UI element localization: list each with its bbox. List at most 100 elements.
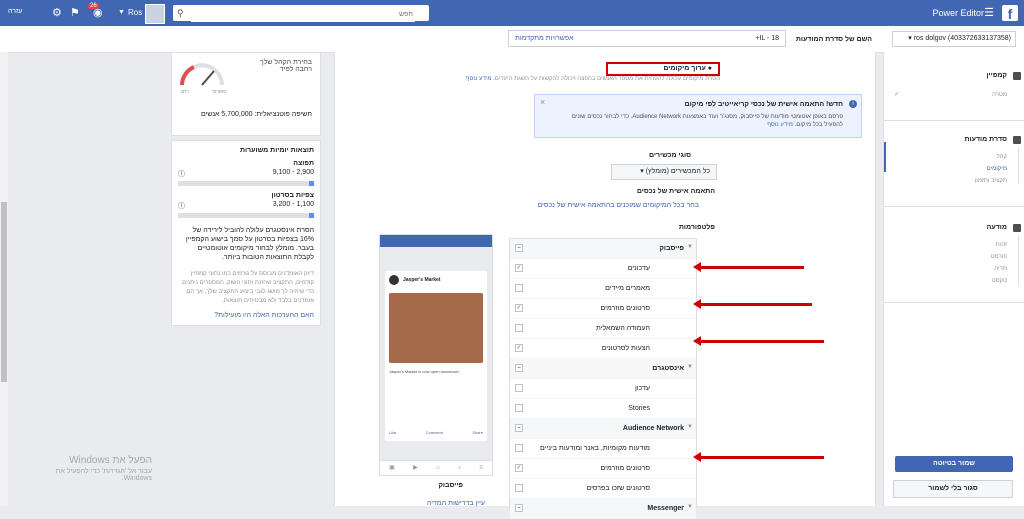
- menu-icon: ≡: [479, 465, 483, 471]
- placement-checkbox[interactable]: [515, 384, 523, 392]
- preview-caption: Jasper's Market is now open downtown: [389, 369, 459, 374]
- placement-row[interactable]: העמודה השמאלית: [510, 319, 696, 339]
- app-title: Power Editor: [932, 8, 984, 18]
- facebook-logo[interactable]: f: [1002, 5, 1018, 22]
- placement-row[interactable]: עדכונים ✓: [510, 259, 696, 279]
- watermark-line1: הפעל את Windows: [69, 455, 152, 466]
- asset-customization-link[interactable]: בחר בכל המיקומים שמוכנים בהתאמה אישית של…: [537, 202, 699, 209]
- placement-row[interactable]: הצעות לסרטונים ✓: [510, 339, 696, 359]
- placement-row[interactable]: עדכון: [510, 379, 696, 399]
- placement-checkbox[interactable]: ✓: [515, 304, 523, 312]
- info-icon[interactable]: ⓘ: [178, 201, 185, 211]
- active-indicator: [884, 142, 886, 172]
- edit-placements-title[interactable]: ● ערוך מיקומים: [606, 62, 720, 76]
- platform-group-row[interactable]: ▼ אינסטגרם –: [510, 359, 696, 379]
- annotation-arrow: [693, 262, 804, 272]
- close-icon[interactable]: ×: [540, 97, 545, 107]
- potential-reach: חשיפה פוטנציאלית: 5,700,000 אנשים: [200, 111, 312, 118]
- feedback-link[interactable]: האם ההערכות האלה היו מועילות?: [178, 312, 314, 319]
- placement-checkbox[interactable]: [515, 484, 523, 492]
- nav-campaign-title[interactable]: קמפיין: [986, 72, 1007, 79]
- like-action: Like: [389, 430, 397, 435]
- placement-label: סרטונים מוזרמים: [600, 465, 650, 472]
- estimate-note: הסרת אינסטגרם עלולה להוביל לירידה של 16%…: [185, 227, 314, 261]
- chevron-down-icon[interactable]: ▼: [687, 244, 693, 250]
- placement-checkbox[interactable]: –: [515, 364, 523, 372]
- gauge-high-label: רחב: [180, 89, 189, 95]
- annotation-arrow: [693, 452, 824, 462]
- preview-header: [380, 235, 492, 247]
- briefcase-icon: [1013, 72, 1021, 80]
- placement-checkbox[interactable]: ✓: [515, 264, 523, 272]
- placement-row[interactable]: סרטונים שזכו בפרסים: [510, 479, 696, 499]
- placement-checkbox[interactable]: [515, 324, 523, 332]
- nav-adset-placements[interactable]: מיקומים: [987, 166, 1007, 172]
- search-icon[interactable]: ⚲: [177, 8, 184, 19]
- estimate-disclaimer: דיוק האומדנים מבוסס על גורמים כמו נתוני …: [182, 271, 314, 304]
- scrollbar-thumb[interactable]: [1, 202, 7, 382]
- placement-checkbox[interactable]: ✓: [515, 464, 523, 472]
- search-box[interactable]: ⚲: [173, 5, 429, 22]
- help-link[interactable]: עזרה: [8, 8, 22, 15]
- placement-checkbox[interactable]: –: [515, 424, 523, 432]
- platform-group-row[interactable]: ▼ פייסבוק –: [510, 239, 696, 259]
- top-bar: f ☰ Power Editor ⚲ עזרה ⚙ ⚑ ◉ 26 ▼ Ros: [0, 0, 1024, 26]
- info-title: חדש! התאמה אישית של נכסי קריאייטיב לפי מ…: [684, 101, 843, 108]
- placement-row[interactable]: מאמרים מיידים: [510, 279, 696, 299]
- info-icon[interactable]: ⓘ: [178, 169, 185, 179]
- placement-checkbox[interactable]: [515, 284, 523, 292]
- ad-preview: Jasper's Market Jasper's Market is now o…: [379, 234, 493, 476]
- nav-adset-budget[interactable]: תקציב ותזמון: [975, 178, 1007, 184]
- nav-ad-identity[interactable]: זהות: [996, 242, 1007, 248]
- placement-checkbox[interactable]: ✓: [515, 344, 523, 352]
- avatar[interactable]: [145, 4, 165, 24]
- nav-ad-format[interactable]: פורמט: [991, 254, 1007, 260]
- placements-description: הסרת מיקומים עלולה להפחית את מספר האנשים…: [465, 76, 720, 82]
- adset-name-field[interactable]: IL - 18+ אפשרויות מתקדמות: [508, 30, 786, 47]
- placement-row[interactable]: מודעות מקומיות, באנר ומודעות ביניים: [510, 439, 696, 459]
- placement-checkbox[interactable]: –: [515, 244, 523, 252]
- scrollbar[interactable]: [0, 52, 8, 506]
- chevron-down-icon[interactable]: ▼: [687, 504, 693, 510]
- bell-icon: ♪: [458, 465, 462, 471]
- placement-checkbox[interactable]: –: [515, 504, 523, 512]
- placement-row[interactable]: סרטונים מוזרמים ✓: [510, 299, 696, 319]
- search-input[interactable]: [191, 6, 415, 22]
- close-without-saving-button[interactable]: סגור בלי לשמור: [893, 480, 1013, 498]
- placement-checkbox[interactable]: [515, 404, 523, 412]
- info-learn-more-link[interactable]: מידע נוסף: [767, 122, 793, 128]
- placement-checkbox[interactable]: [515, 444, 523, 452]
- nav-ad-text[interactable]: טקסט: [992, 278, 1007, 284]
- save-draft-button[interactable]: שמור בטיוטה: [895, 456, 1013, 472]
- hamburger-menu-icon[interactable]: ☰: [984, 6, 994, 19]
- estimates-title: תוצאות יומיות משוערות: [239, 147, 314, 154]
- gear-icon[interactable]: ⚙: [52, 6, 62, 19]
- nav-adset-title[interactable]: סדרת מודעות: [965, 136, 1008, 143]
- annotation-arrow: [693, 299, 812, 309]
- nav-adset-audience[interactable]: קהל: [996, 154, 1007, 160]
- video-bar: [178, 213, 314, 218]
- nav-ad-media[interactable]: מדיה: [994, 266, 1007, 272]
- platform-group-row[interactable]: ▼ Audience Network –: [510, 419, 696, 439]
- placement-label: מודעות מקומיות, באנר ומודעות ביניים: [539, 445, 650, 452]
- advanced-options-link[interactable]: אפשרויות מתקדמות: [515, 31, 574, 46]
- learn-more-link[interactable]: מידע נוסף: [466, 76, 492, 82]
- chevron-down-icon[interactable]: ▼: [118, 9, 125, 16]
- nav-campaign-objective[interactable]: מטרה: [992, 92, 1007, 98]
- adset-name-value: IL - 18+: [755, 35, 779, 42]
- platform-group-row[interactable]: ▼ Messenger –: [510, 499, 696, 519]
- info-icon: i: [849, 100, 857, 108]
- flag-icon[interactable]: ⚑: [70, 6, 80, 19]
- device-types-select[interactable]: כל המכשירים (מומלץ) ▾: [611, 164, 717, 180]
- placement-row[interactable]: סרטונים מוזרמים ✓: [510, 459, 696, 479]
- account-selector[interactable]: (ros dolgov (403372633137358 ▾: [892, 31, 1016, 47]
- chevron-down-icon[interactable]: ▼: [687, 364, 693, 370]
- chevron-down-icon[interactable]: ▼: [687, 424, 693, 430]
- placement-row[interactable]: Stories: [510, 399, 696, 419]
- placement-label: הצעות לסרטונים: [601, 345, 650, 352]
- placement-label: מאמרים מיידים: [605, 285, 650, 292]
- nav-ad-title[interactable]: מודעה: [987, 224, 1007, 231]
- user-name[interactable]: Ros: [128, 8, 142, 17]
- estimates-card: תוצאות יומיות משוערות תפוצה 2,900 - 9,10…: [171, 140, 321, 326]
- video-icon: ▶: [413, 465, 418, 471]
